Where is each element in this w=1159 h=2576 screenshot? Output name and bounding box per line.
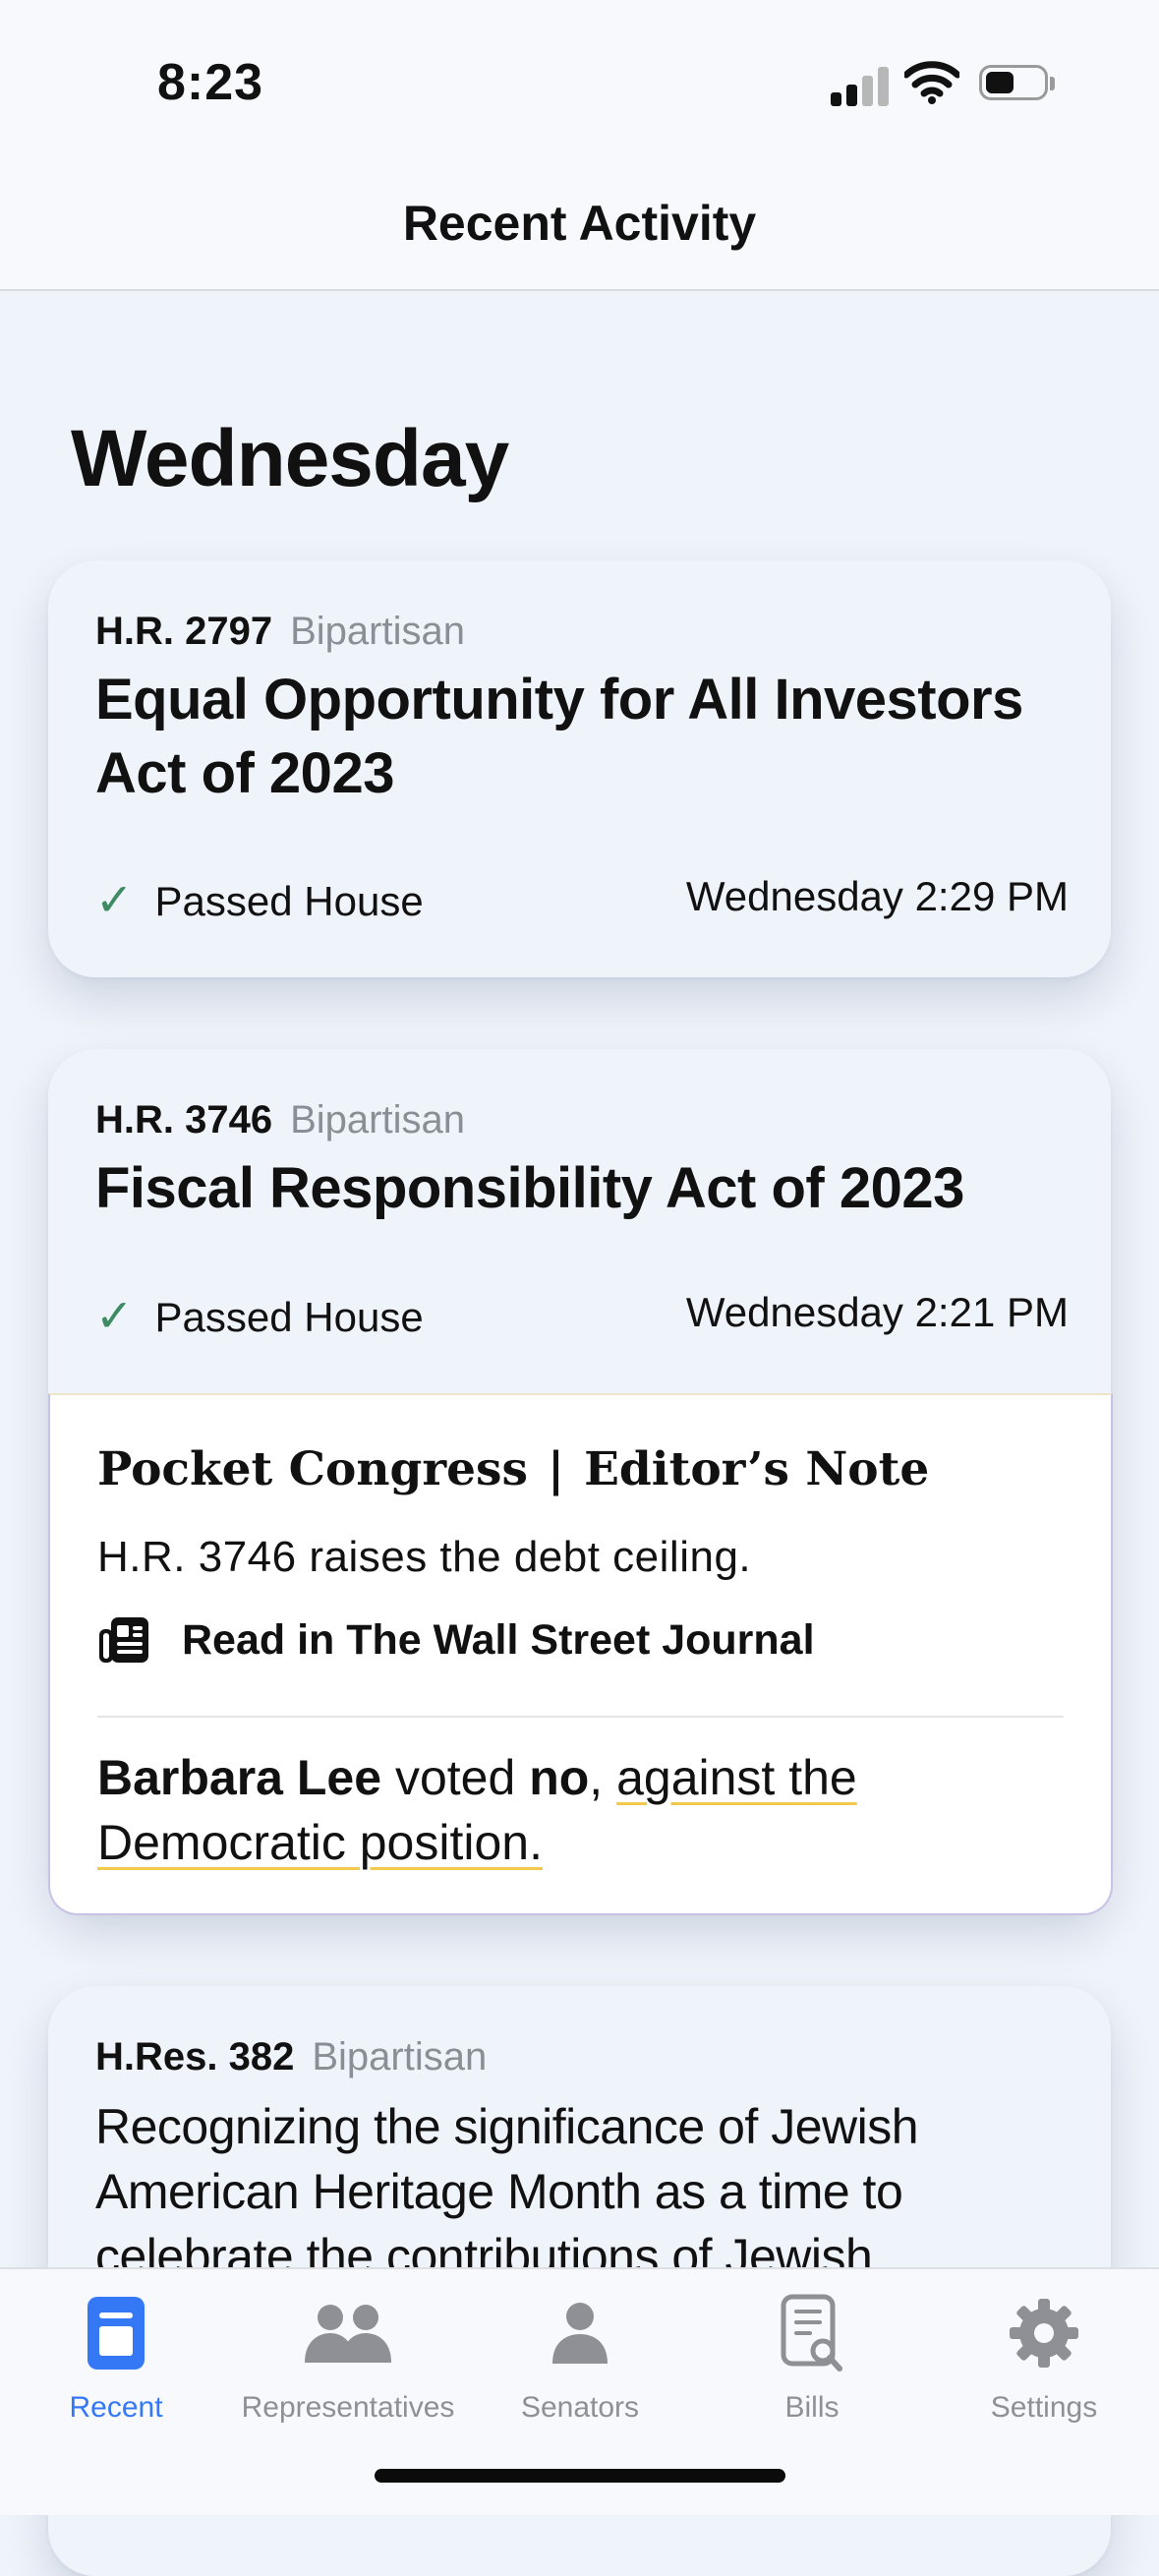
status-bar: 8:23: [0, 0, 1159, 167]
tab-label: Representatives: [241, 2391, 455, 2424]
header-separator: |: [547, 1442, 565, 1496]
bill-status-row: ✓ Passed House Wednesday 2:29 PM: [95, 873, 1069, 926]
tab-representatives[interactable]: Representatives: [232, 2289, 464, 2425]
cellular-signal-icon: [831, 65, 890, 106]
article-link[interactable]: Read in The Wall Street Journal: [97, 1615, 815, 1665]
tab-bills[interactable]: Bills: [696, 2289, 928, 2425]
bill-header: H.R. 3746 Bipartisan: [95, 1098, 465, 1142]
checkmark-icon: ✓: [95, 874, 134, 925]
bill-timestamp: Wednesday 2:29 PM: [685, 873, 1069, 919]
bill-timestamp: Wednesday 2:21 PM: [685, 1289, 1069, 1335]
bill-title: Recognizing the significance of Jewish A…: [95, 2099, 919, 2284]
editor-note-body: H.R. 3746 raises the debt ceiling.: [97, 1533, 752, 1581]
brand-name: Pocket Congress: [97, 1442, 528, 1496]
checkmark-icon: ✓: [95, 1290, 134, 1341]
people-icon: [232, 2289, 464, 2377]
gear-icon: [928, 2289, 1159, 2377]
status-time: 8:23: [157, 54, 264, 111]
vote-summary: Barbara Lee voted no, against the Democr…: [97, 1745, 1071, 1875]
bill-status: Passed House: [154, 1294, 424, 1340]
vote-verb: voted: [394, 1750, 516, 1805]
tab-label: Settings: [990, 2391, 1098, 2424]
newspaper-icon: [97, 1615, 150, 1665]
battery-icon: [979, 65, 1056, 104]
bill-title: Fiscal Responsibility Act of 2023: [95, 1156, 964, 1220]
home-indicator[interactable]: [375, 2469, 785, 2483]
day-heading: Wednesday: [71, 414, 509, 503]
article-link-label: Read in The Wall Street Journal: [182, 1615, 815, 1664]
bill-number: H.Res. 382: [95, 2035, 295, 2078]
bipartisan-tag: Bipartisan: [290, 610, 465, 653]
recent-icon: [0, 2289, 232, 2377]
bill-title: Equal Opportunity for All Investors Act …: [95, 668, 1023, 805]
tab-senators[interactable]: Senators: [464, 2289, 696, 2425]
vote-comma: ,: [589, 1750, 604, 1805]
tab-label: Senators: [520, 2391, 640, 2424]
divider: [97, 1716, 1064, 1718]
wifi-icon: [902, 61, 961, 109]
navigation-bar: Recent Activity: [0, 167, 1159, 291]
bill-number: H.R. 2797: [95, 610, 273, 653]
person-icon: [464, 2289, 696, 2377]
tab-settings[interactable]: Settings: [928, 2289, 1159, 2425]
member-name: Barbara Lee: [97, 1750, 382, 1805]
editor-note-panel: Pocket Congress | Editor’s Note H.R. 3746 …: [48, 1393, 1113, 1915]
bill-status-row: ✓ Passed House Wednesday 2:21 PM: [95, 1289, 1069, 1342]
bill-search-icon: [696, 2289, 928, 2377]
page-title: Recent Activity: [402, 196, 757, 251]
bill-header: H.R. 2797 Bipartisan: [95, 610, 465, 654]
bill-number: H.R. 3746: [95, 1098, 273, 1142]
bill-card[interactable]: H.R. 2797 Bipartisan Equal Opportunity fo…: [48, 560, 1111, 977]
bipartisan-tag: Bipartisan: [290, 1098, 465, 1142]
tab-recent[interactable]: Recent: [0, 2289, 232, 2425]
editor-note-header: Pocket Congress | Editor’s Note: [97, 1442, 929, 1496]
bipartisan-tag: Bipartisan: [312, 2035, 488, 2078]
bill-status: Passed House: [154, 878, 424, 924]
vote-value: no: [529, 1750, 590, 1805]
editor-note-label: Editor’s Note: [584, 1442, 930, 1496]
bill-header: H.Res. 382 Bipartisan: [95, 2035, 487, 2079]
tab-label: Recent: [69, 2391, 163, 2424]
tab-label: Bills: [784, 2391, 840, 2424]
